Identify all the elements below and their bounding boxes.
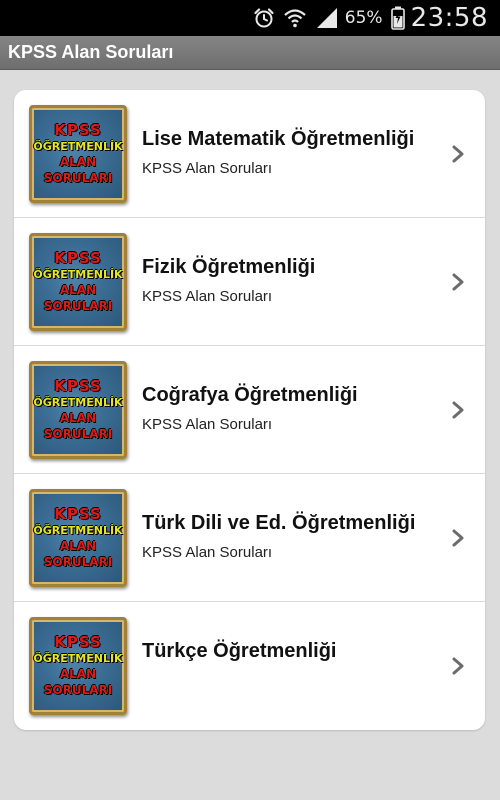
category-list: KPSS ÖĞRETMENLİK ALAN SORULARI Lise Mate… xyxy=(14,90,485,730)
kpss-thumbnail-image: KPSS ÖĞRETMENLİK ALAN SORULARI xyxy=(29,105,127,203)
thumbnail-line-2: ÖĞRETMENLİK xyxy=(33,140,123,153)
thumbnail-line-1: KPSS xyxy=(54,377,102,396)
battery-percent: 65% xyxy=(344,8,383,28)
chevron-right-icon xyxy=(452,145,464,162)
kpss-thumbnail-image: KPSS ÖĞRETMENLİK ALAN SORULARI xyxy=(29,361,127,459)
list-item-title: Lise Matematik Öğretmenliği xyxy=(142,128,415,150)
chevron-right-icon xyxy=(452,657,464,675)
list-item-subtitle: KPSS Alan Soruları xyxy=(142,160,273,177)
list-item-turkce[interactable]: KPSS ÖĞRETMENLİK ALAN SORULARI Türkçe Öğ… xyxy=(14,602,485,730)
list-item-fizik[interactable]: KPSS ÖĞRETMENLİK ALAN SORULARI Fizik Öğr… xyxy=(14,218,485,346)
status-bar: 65% 23:58 xyxy=(0,0,500,36)
app-bar: KPSS Alan Soruları xyxy=(0,36,500,70)
battery-charging-icon xyxy=(390,6,405,30)
list-item-title: Türk Dili ve Ed. Öğretmenliği xyxy=(142,512,416,534)
list-item-text: Fizik Öğretmenliği KPSS Alan Soruları xyxy=(142,218,445,345)
thumbnail-line-1: KPSS xyxy=(54,249,102,268)
main-content: KPSS ÖĞRETMENLİK ALAN SORULARI Lise Mate… xyxy=(0,70,500,800)
list-item-text: Coğrafya Öğretmenliği KPSS Alan Soruları xyxy=(142,346,445,473)
list-item-subtitle: KPSS Alan Soruları xyxy=(142,288,273,305)
thumbnail-line-2: ÖĞRETMENLİK xyxy=(33,652,123,665)
list-item-text: Türk Dili ve Ed. Öğretmenliği KPSS Alan … xyxy=(142,474,445,601)
thumbnail-line-3: ALAN xyxy=(59,410,97,425)
alarm-clock-icon xyxy=(253,7,275,29)
chevron-right-icon xyxy=(452,273,464,290)
thumbnail-line-4: SORULARI xyxy=(43,427,113,442)
list-item-subtitle: KPSS Alan Soruları xyxy=(142,416,273,433)
list-item-subtitle: KPSS Alan Soruları xyxy=(142,544,273,561)
thumbnail-line-4: SORULARI xyxy=(43,555,113,570)
thumbnail-line-3: ALAN xyxy=(59,538,97,553)
list-item-title: Türkçe Öğretmenliği xyxy=(142,640,337,662)
kpss-thumbnail-image: KPSS ÖĞRETMENLİK ALAN SORULARI xyxy=(29,489,127,587)
thumbnail-line-2: ÖĞRETMENLİK xyxy=(33,268,123,281)
thumbnail-line-4: SORULARI xyxy=(43,299,113,314)
list-item-text: Lise Matematik Öğretmenliği KPSS Alan So… xyxy=(142,90,445,217)
thumbnail-line-4: SORULARI xyxy=(43,683,113,698)
list-item-title: Fizik Öğretmenliği xyxy=(142,256,316,278)
thumbnail-line-1: KPSS xyxy=(54,505,102,524)
kpss-thumbnail-image: KPSS ÖĞRETMENLİK ALAN SORULARI xyxy=(29,233,127,331)
app-title: KPSS Alan Soruları xyxy=(8,42,174,62)
chevron-right-icon xyxy=(452,401,464,418)
wifi-icon xyxy=(283,7,307,29)
list-item-text: Türkçe Öğretmenliği xyxy=(142,602,445,730)
thumbnail-line-4: SORULARI xyxy=(43,171,113,186)
thumbnail-line-3: ALAN xyxy=(59,666,97,681)
list-item-lise-matematik[interactable]: KPSS ÖĞRETMENLİK ALAN SORULARI Lise Mate… xyxy=(14,90,485,218)
list-item-turk-dili[interactable]: KPSS ÖĞRETMENLİK ALAN SORULARI Türk Dili… xyxy=(14,474,485,602)
thumbnail-line-2: ÖĞRETMENLİK xyxy=(33,396,123,409)
list-item-cografya[interactable]: KPSS ÖĞRETMENLİK ALAN SORULARI Coğrafya … xyxy=(14,346,485,474)
thumbnail-line-3: ALAN xyxy=(59,282,97,297)
cellular-signal-icon xyxy=(315,7,339,29)
thumbnail-line-2: ÖĞRETMENLİK xyxy=(33,524,123,537)
status-clock: 23:58 xyxy=(410,3,488,33)
thumbnail-line-1: KPSS xyxy=(54,633,102,652)
list-item-title: Coğrafya Öğretmenliği xyxy=(142,384,358,406)
chevron-right-icon xyxy=(452,529,464,546)
thumbnail-line-1: KPSS xyxy=(54,121,102,140)
kpss-thumbnail-image: KPSS ÖĞRETMENLİK ALAN SORULARI xyxy=(29,617,127,715)
thumbnail-line-3: ALAN xyxy=(59,154,97,169)
